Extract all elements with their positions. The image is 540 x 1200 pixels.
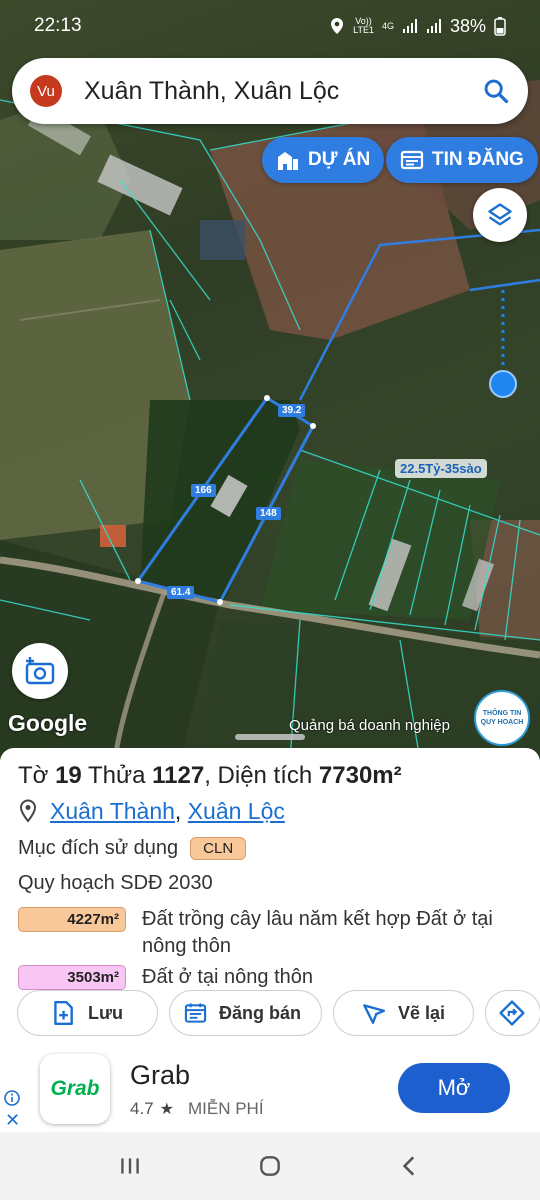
map-view[interactable]: 22:13 Vo)) LTE1 4G 38% Vu Xuân Thành, Xuâ… <box>0 0 540 760</box>
parcel-location: Xuân Thành, Xuân Lộc <box>18 796 522 826</box>
ad-app-meta: 4.7 ★ MIỄN PHÍ <box>130 1099 264 1119</box>
volte-indicator: Vo)) LTE1 <box>353 16 374 35</box>
zone-area-chip: 3503m² <box>18 965 126 990</box>
parcel-title: Tờ 19 Thửa 1127, Diện tích 7730m² <box>18 762 402 789</box>
post-sale-label: Đăng bán <box>218 1002 301 1023</box>
save-button[interactable]: Lưu <box>17 990 158 1036</box>
network-type: 4G <box>381 20 394 31</box>
projects-button[interactable]: DỰ ÁN <box>262 137 385 183</box>
post-sale-button[interactable]: Đăng bán <box>169 990 322 1036</box>
save-label: Lưu <box>88 1002 124 1023</box>
grab-app-logo[interactable]: Grab <box>40 1054 110 1124</box>
listing-icon <box>400 150 424 170</box>
back-icon[interactable] <box>397 1153 423 1179</box>
layers-icon <box>488 203 512 226</box>
ad-open-button[interactable]: Mở <box>398 1063 510 1113</box>
system-nav-bar <box>0 1132 540 1200</box>
battery-icon <box>494 17 506 36</box>
listings-button[interactable]: TIN ĐĂNG <box>386 137 538 183</box>
search-bar[interactable]: Vu Xuân Thành, Xuân Lộc <box>12 58 528 124</box>
redraw-button[interactable]: Vẽ lại <box>333 990 474 1036</box>
ad-app-name[interactable]: Grab <box>130 1060 190 1091</box>
redraw-label: Vẽ lại <box>398 1002 446 1023</box>
star-icon: ★ <box>159 1101 174 1118</box>
listings-label: TIN ĐĂNG <box>432 149 524 170</box>
recent-apps-icon[interactable] <box>117 1153 143 1179</box>
status-bar: 22:13 Vo)) LTE1 4G 38% <box>0 0 540 52</box>
plan-label: Quy hoạch SDĐ 2030 <box>18 871 213 894</box>
edge-length-label: 148 <box>256 507 281 520</box>
signal-icon-2 <box>426 19 441 33</box>
status-time: 22:13 <box>34 15 82 36</box>
ad-info-icon[interactable] <box>4 1090 20 1106</box>
location-pin-icon <box>19 799 37 823</box>
ad-close-icon[interactable]: ✕ <box>5 1110 20 1131</box>
land-use-row: Mục đích sử dụng CLN <box>18 835 522 861</box>
calendar-icon <box>184 1003 207 1023</box>
battery-level: 38% <box>449 15 486 36</box>
zone-row: 4227m² Đất trồng cây lâu năm kết hợp Đất… <box>18 906 522 960</box>
zone-description: Đất trồng cây lâu năm kết hợp Đất ở tại … <box>142 908 493 957</box>
add-photo-icon <box>25 657 55 685</box>
save-document-icon <box>54 1000 73 1026</box>
planning-info-badge[interactable]: THÔNG TIN QUY HOẠCH <box>474 690 530 746</box>
status-icons: Vo)) LTE1 4G 38% <box>329 16 506 37</box>
business-promo-link[interactable]: Quảng bá doanh nghiệp <box>289 717 471 734</box>
edge-length-label: 39.2 <box>278 404 306 417</box>
building-icon <box>278 152 298 170</box>
land-use-code-badge: CLN <box>190 836 247 860</box>
ad-banner[interactable]: ✕ Grab Grab 4.7 ★ MIỄN PHÍ Mở <box>0 1048 540 1132</box>
google-logo: Google <box>8 710 88 736</box>
user-avatar[interactable]: Vu <box>30 75 62 107</box>
land-use-label: Mục đích sử dụng <box>18 836 179 859</box>
signal-icon <box>402 19 417 33</box>
zone-row: 3503m² Đất ở tại nông thôn <box>18 964 522 991</box>
location-status-icon <box>331 18 344 34</box>
home-icon[interactable] <box>257 1153 283 1179</box>
redraw-pen-icon <box>363 1004 386 1024</box>
action-buttons: Lưu Đăng bán Vẽ lại <box>17 990 540 1040</box>
camera-button[interactable] <box>12 643 68 699</box>
ad-rating: 4.7 <box>130 1099 154 1118</box>
district-link[interactable]: Xuân Lộc <box>188 798 285 825</box>
layers-button[interactable] <box>473 188 527 242</box>
ad-price: MIỄN PHÍ <box>187 1099 264 1118</box>
edge-length-label: 166 <box>191 484 216 497</box>
search-query[interactable]: Xuân Thành, Xuân Lộc <box>84 77 482 106</box>
zone-area-chip: 4227m² <box>18 907 126 932</box>
zone-description: Đất ở tại nông thôn <box>142 966 314 988</box>
my-location-dot <box>489 370 517 398</box>
directions-icon <box>499 1000 525 1026</box>
edge-length-label: 61.4 <box>167 586 195 599</box>
projects-label: DỰ ÁN <box>308 149 371 170</box>
search-icon[interactable] <box>482 77 510 105</box>
sheet-drag-handle[interactable] <box>235 734 305 740</box>
directions-button[interactable] <box>485 990 540 1036</box>
listing-price-label[interactable]: 22.5Tỷ-35sào <box>395 459 487 478</box>
commune-link[interactable]: Xuân Thành <box>50 798 175 825</box>
